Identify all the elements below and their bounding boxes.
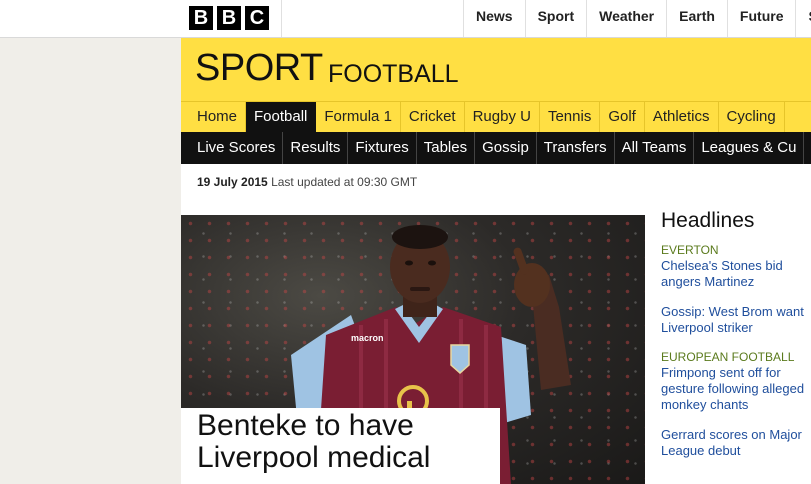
subnav-live-scores[interactable]: Live Scores	[181, 132, 284, 164]
main-content: SPORT FOOTBALL Home Football Formula 1 C…	[181, 38, 811, 484]
section-title: FOOTBALL	[328, 60, 459, 88]
headline-link[interactable]: Gerrard scores on Major League debut	[661, 427, 811, 459]
logo-block-c: C	[245, 6, 269, 30]
bbc-logo[interactable]: B B C	[189, 6, 269, 30]
headline-link[interactable]: Chelsea's Stones bid angers Martinez	[661, 258, 811, 290]
global-nav-future[interactable]: Future	[726, 0, 796, 37]
subnav-gossip[interactable]: Gossip	[475, 132, 537, 164]
global-nav-weather[interactable]: Weather	[586, 0, 666, 37]
headlines-panel: Headlines EVERTON Chelsea's Stones bid a…	[661, 209, 811, 473]
sport-nav-cycling[interactable]: Cycling	[719, 102, 785, 132]
headline-item: EUROPEAN FOOTBALL Frimpong sent off for …	[661, 350, 811, 413]
logo-block-b1: B	[189, 6, 213, 30]
sport-nav-rugby-union[interactable]: Rugby U	[465, 102, 540, 132]
subnav-transfers[interactable]: Transfers	[537, 132, 615, 164]
subnav-all-teams[interactable]: All Teams	[615, 132, 695, 164]
sport-nav: Home Football Formula 1 Cricket Rugby U …	[181, 101, 811, 132]
headline-tag[interactable]: EUROPEAN FOOTBALL	[661, 350, 811, 365]
date: 19 July 2015	[197, 175, 268, 189]
sport-nav-formula-1[interactable]: Formula 1	[316, 102, 401, 132]
subnav-tables[interactable]: Tables	[417, 132, 476, 164]
headline-tag[interactable]: EVERTON	[661, 243, 811, 258]
logo-divider	[281, 0, 282, 37]
hero-headline-box: Benteke to have Liverpool medical	[181, 408, 500, 484]
headlines-title: Headlines	[661, 209, 755, 232]
sport-nav-athletics[interactable]: Athletics	[645, 102, 719, 132]
subnav-leagues-cups[interactable]: Leagues & Cu	[694, 132, 805, 164]
global-nav-sport[interactable]: Sport	[524, 0, 587, 37]
hero-headline[interactable]: Benteke to have Liverpool medical	[197, 410, 497, 474]
football-subnav: Live Scores Results Fixtures Tables Goss…	[181, 132, 811, 164]
global-nav: News Sport Weather Earth Future Sho	[463, 0, 811, 37]
sport-nav-golf[interactable]: Golf	[600, 102, 645, 132]
headline-link[interactable]: Gossip: West Brom want Liverpool striker	[661, 304, 811, 336]
subnav-results[interactable]: Results	[283, 132, 349, 164]
subnav-fixtures[interactable]: Fixtures	[348, 132, 417, 164]
global-nav-earth[interactable]: Earth	[666, 0, 727, 37]
shirt-sponsor-text: macron	[351, 333, 384, 343]
dateline: 19 July 2015 Last updated at 09:30 GMT	[197, 175, 417, 189]
sport-header: SPORT FOOTBALL	[181, 38, 811, 101]
hero-story[interactable]: macron Benteke to have Liverpool medical	[181, 215, 645, 484]
last-updated: Last updated at 09:30 GMT	[271, 175, 418, 189]
headline-link[interactable]: Frimpong sent off for gesture following …	[661, 365, 811, 413]
sport-nav-cricket[interactable]: Cricket	[401, 102, 465, 132]
headline-item: Gossip: West Brom want Liverpool striker	[661, 304, 811, 336]
headline-item: Gerrard scores on Major League debut	[661, 427, 811, 459]
global-header: B B C News Sport Weather Earth Future Sh…	[0, 0, 811, 38]
sport-nav-tennis[interactable]: Tennis	[540, 102, 601, 132]
logo-block-b2: B	[217, 6, 241, 30]
global-nav-shop[interactable]: Sho	[795, 0, 811, 37]
headline-item: EVERTON Chelsea's Stones bid angers Mart…	[661, 243, 811, 290]
sport-nav-home[interactable]: Home	[181, 102, 247, 132]
sport-title[interactable]: SPORT	[195, 47, 323, 90]
global-nav-news[interactable]: News	[463, 0, 525, 37]
sport-nav-football[interactable]: Football	[246, 102, 317, 132]
